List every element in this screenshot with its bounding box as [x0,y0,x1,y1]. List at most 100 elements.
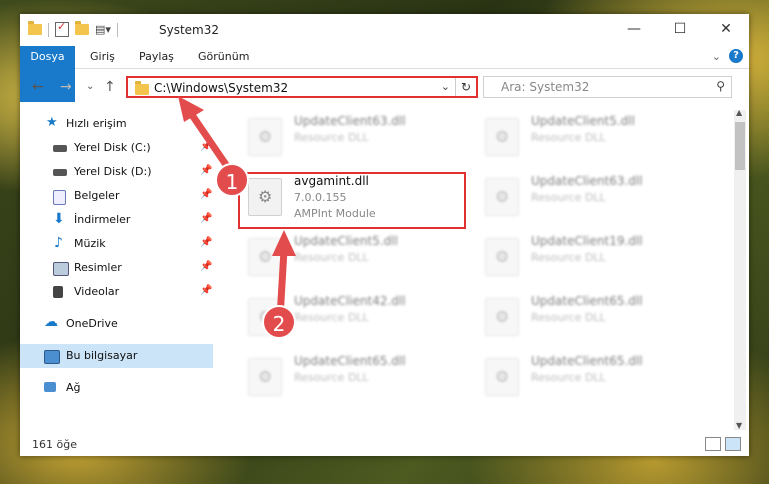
sidebar-item-label: Yerel Disk (C:) [74,141,151,154]
recent-locations-icon[interactable]: ⌄ [86,81,94,92]
help-icon[interactable]: ? [729,49,743,63]
sidebar-item-label: Hızlı erişim [66,117,127,130]
file-name: UpdateClient63.dll [531,174,643,188]
list-item[interactable]: UpdateClient65.dll Resource DLL [238,352,463,408]
pin-icon[interactable]: 📌 [200,189,212,200]
dll-file-icon [485,178,519,216]
list-item[interactable]: UpdateClient65.dll Resource DLL [475,292,700,348]
dll-file-icon [485,238,519,276]
navigation-pane: ★ Hızlı erişim Yerel Disk (C:) 📌 Yerel D… [20,110,213,420]
file-name: UpdateClient42.dll [294,294,406,308]
scroll-down-icon[interactable]: ▼ [736,421,742,430]
refresh-icon[interactable]: ↻ [455,78,476,96]
list-item[interactable]: UpdateClient63.dll Resource DLL [475,172,700,228]
scrollbar-thumb[interactable] [735,122,745,170]
document-icon [53,190,66,205]
folder-icon[interactable] [28,21,42,35]
tab-share[interactable]: Paylaş [139,46,174,68]
sidebar-item-label: Bu bilgisayar [66,349,138,362]
title-bar: ▤▾ System32 — ☐ ✕ [20,14,749,46]
file-name: UpdateClient65.dll [531,354,643,368]
pin-icon[interactable]: 📌 [200,141,212,152]
search-input[interactable]: Ara: System32 [501,80,589,94]
address-path[interactable]: C:\Windows\System32 [154,81,288,95]
chevron-down-icon[interactable]: ⌄ [441,80,450,93]
tab-home[interactable]: Giriş [90,46,115,68]
dll-file-icon [248,238,282,276]
list-item[interactable]: UpdateClient19.dll Resource DLL [475,232,700,288]
window-title: System32 [159,23,220,37]
list-item[interactable]: UpdateClient5.dll Resource DLL [475,112,700,168]
sidebar-item-videos[interactable]: Videolar 📌 [20,280,213,304]
file-type: Resource DLL [294,371,369,384]
list-item[interactable]: UpdateClient5.dll Resource DLL [238,232,463,288]
new-folder-icon[interactable] [75,21,89,35]
item-count: 161 öğe [32,438,77,451]
sidebar-item-label: Belgeler [74,189,120,202]
pin-icon[interactable]: 📌 [200,261,212,272]
file-name: UpdateClient19.dll [531,234,643,248]
film-icon [53,286,63,298]
computer-icon [44,350,60,364]
up-arrow-icon[interactable]: ↑ [104,79,116,95]
sidebar-item-label: Müzik [74,237,106,250]
cloud-icon: ☁ [44,314,58,330]
properties-icon[interactable] [55,20,69,37]
sidebar-item-label: İndirmeler [74,213,131,226]
expand-ribbon-icon[interactable]: ⌄ [712,50,721,63]
dll-file-icon [248,118,282,156]
file-type: Resource DLL [294,131,369,144]
pin-icon[interactable]: 📌 [200,285,212,296]
pin-icon[interactable]: 📌 [200,237,212,248]
scroll-up-icon[interactable]: ▲ [736,108,742,117]
list-item[interactable]: UpdateClient63.dll Resource DLL [238,112,463,168]
toolbar-divider [116,22,118,37]
file-name: UpdateClient65.dll [531,294,643,308]
customize-toolbar-icon[interactable]: ▤▾ [95,23,111,36]
file-list: UpdateClient63.dll Resource DLL UpdateCl… [225,108,730,428]
search-icon[interactable]: ⚲ [716,79,725,93]
sidebar-item-label: Videolar [74,285,120,298]
maximize-button[interactable]: ☐ [657,14,703,44]
navigation-bar: ← → ⌄ ↑ C:\Windows\System32 ⌄ ↻ Ara: Sys… [20,72,749,102]
sidebar-item-local-disk-c[interactable]: Yerel Disk (C:) 📌 [20,136,213,160]
file-highlight-box [238,172,466,229]
back-arrow-icon[interactable]: ← [32,79,44,95]
file-type: Resource DLL [531,191,606,204]
details-view-icon[interactable] [705,437,721,451]
pin-icon[interactable]: 📌 [200,165,212,176]
download-icon: ⬇ [53,211,65,227]
sidebar-item-quick-access[interactable]: ★ Hızlı erişim [20,112,213,136]
view-switcher [705,437,741,451]
dll-file-icon [485,298,519,336]
sidebar-item-this-pc[interactable]: Bu bilgisayar [20,344,213,368]
minimize-button[interactable]: — [611,14,657,44]
forward-arrow-icon[interactable]: → [60,79,72,95]
file-name: UpdateClient63.dll [294,114,406,128]
sidebar-item-downloads[interactable]: ⬇ İndirmeler 📌 [20,208,213,232]
sidebar-item-label: OneDrive [66,317,118,330]
search-box[interactable]: Ara: System32 ⚲ [483,76,732,98]
tab-view[interactable]: Görünüm [198,46,249,68]
address-bar[interactable]: C:\Windows\System32 ⌄ ↻ [126,76,478,98]
sidebar-item-label: Ağ [66,381,81,394]
vertical-scrollbar[interactable]: ▲ ▼ [734,108,746,430]
sidebar-item-label: Yerel Disk (D:) [74,165,152,178]
sidebar-item-documents[interactable]: Belgeler 📌 [20,184,213,208]
close-button[interactable]: ✕ [703,14,749,44]
toolbar-divider [48,22,49,37]
ribbon-right: ⌄ ? [712,49,743,63]
status-bar: 161 öğe [20,432,749,456]
list-item[interactable]: UpdateClient65.dll Resource DLL [475,352,700,408]
pin-icon[interactable]: 📌 [200,213,212,224]
step-1-badge: 1 [215,163,249,197]
file-type: Resource DLL [531,311,606,324]
sidebar-item-pictures[interactable]: Resimler 📌 [20,256,213,280]
sidebar-item-music[interactable]: ♪ Müzik 📌 [20,232,213,256]
sidebar-item-network[interactable]: Ağ [20,376,213,400]
sidebar-item-onedrive[interactable]: ☁ OneDrive [20,312,213,336]
step-2-badge: 2 [262,305,296,339]
file-type: Resource DLL [531,131,606,144]
sidebar-item-local-disk-d[interactable]: Yerel Disk (D:) 📌 [20,160,213,184]
large-icons-view-icon[interactable] [725,437,741,451]
